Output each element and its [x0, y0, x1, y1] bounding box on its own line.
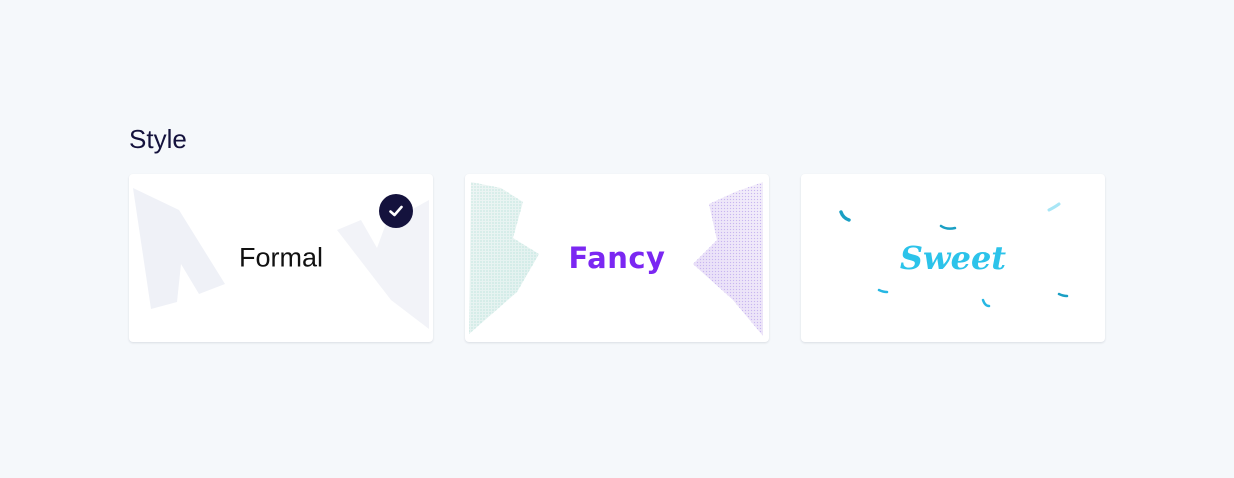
- selected-check-icon: [379, 194, 413, 228]
- style-card-fancy[interactable]: Fancy: [465, 174, 769, 342]
- style-label-sweet: Sweet: [899, 239, 1007, 277]
- style-card-sweet[interactable]: Sweet: [801, 174, 1105, 342]
- style-section: Style Formal Fancy Sweet: [129, 122, 1106, 342]
- style-label-fancy: Fancy: [568, 241, 666, 275]
- style-options: Formal Fancy Sweet: [129, 174, 1106, 342]
- style-label-formal: Formal: [238, 242, 323, 273]
- style-card-formal[interactable]: Formal: [129, 174, 433, 342]
- section-title: Style: [129, 124, 187, 154]
